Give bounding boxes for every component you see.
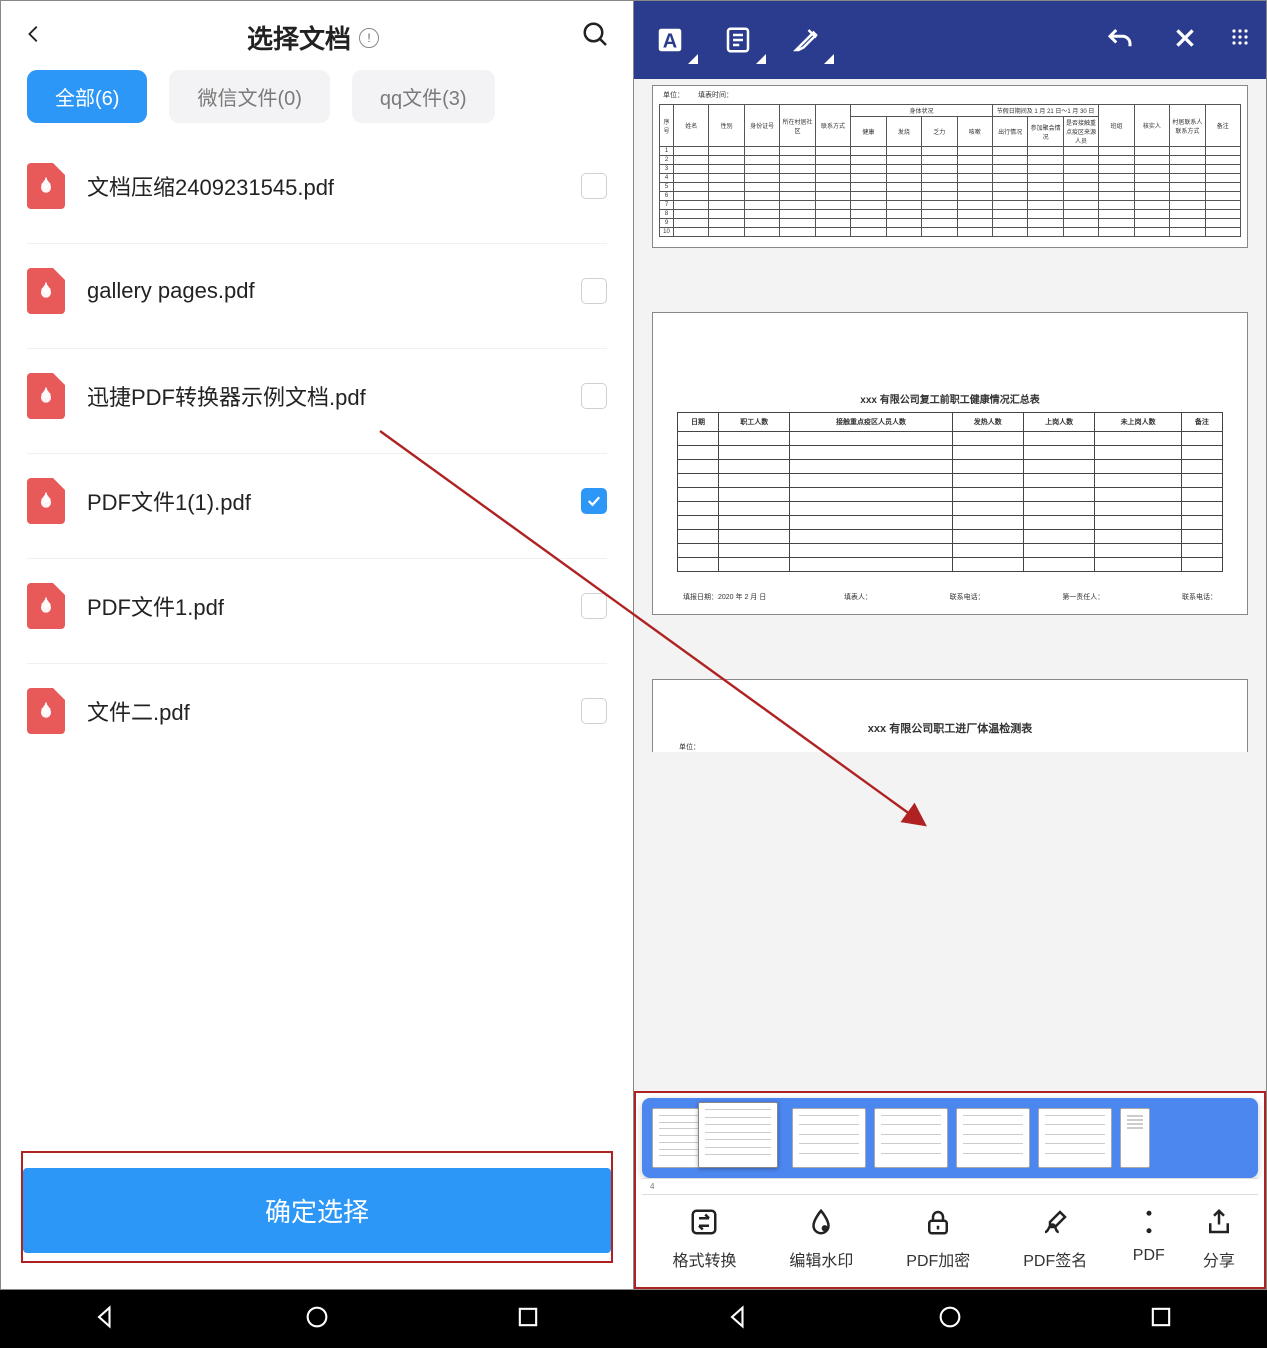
lock-icon	[921, 1205, 955, 1239]
highlighter-icon[interactable]	[784, 18, 828, 62]
annotation-highlight-right: 4 格式转换 编辑水印 PDF加密 PDF签名 PDF 分享	[634, 1091, 1266, 1289]
pdf-page-3[interactable]: xxx 有限公司职工进厂体温检测表 单位：	[652, 679, 1248, 752]
page-title: 选择文档	[247, 19, 351, 56]
page2-footer-filler: 填表人：	[844, 592, 872, 602]
svg-text:A: A	[663, 31, 677, 53]
filter-tab-1[interactable]: 微信文件(0)	[169, 70, 329, 123]
file-checkbox[interactable]	[581, 488, 607, 514]
file-name: 迅捷PDF转换器示例文档.pdf	[87, 380, 559, 412]
info-icon[interactable]: !	[359, 28, 379, 48]
pdf-file-icon	[27, 163, 65, 209]
toolbar-convert[interactable]: 格式转换	[646, 1205, 763, 1271]
pdf-file-icon	[27, 478, 65, 524]
file-row[interactable]: 文档压缩2409231545.pdf	[27, 139, 607, 244]
thumbnail-4[interactable]	[956, 1108, 1030, 1168]
page1-unit-label: 单位：	[663, 90, 684, 100]
toolbar-label: PDF加密	[906, 1247, 970, 1271]
page3-title: xxx 有限公司职工进厂体温检测表	[677, 720, 1223, 736]
page1-time-label: 填表时间：	[698, 90, 733, 100]
file-checkbox[interactable]	[581, 698, 607, 724]
file-name: PDF文件1.pdf	[87, 590, 559, 622]
toolbar-lock[interactable]: PDF加密	[880, 1205, 997, 1271]
page3-unit-label: 单位：	[677, 736, 1223, 752]
filter-tab-2[interactable]: qq文件(3)	[352, 70, 495, 123]
more-dots-icon	[1132, 1205, 1166, 1239]
nav-recent-icon[interactable]	[514, 1303, 542, 1336]
pdf-file-icon	[27, 688, 65, 734]
toolbar-label: 格式转换	[672, 1247, 736, 1271]
nav-back-icon[interactable]	[92, 1303, 120, 1336]
pdf-file-icon	[27, 373, 65, 419]
nav-back-icon[interactable]	[725, 1303, 753, 1336]
file-row[interactable]: PDF文件1.pdf	[27, 559, 607, 664]
page-indicator: 4	[642, 1178, 1258, 1194]
back-button[interactable]	[23, 19, 45, 56]
thumbnail-strip[interactable]	[642, 1098, 1258, 1178]
page2-footer-phone2: 联系电话：	[1182, 592, 1217, 602]
file-checkbox[interactable]	[581, 173, 607, 199]
thumbnail-5[interactable]	[1038, 1108, 1112, 1168]
more-grid-icon[interactable]	[1228, 25, 1252, 55]
signature-pen-icon	[1038, 1205, 1072, 1239]
thumbnail-2[interactable]	[792, 1108, 866, 1168]
pdf-file-icon	[27, 583, 65, 629]
nav-home-icon[interactable]	[936, 1303, 964, 1336]
toolbar-more-dots[interactable]: PDF	[1114, 1205, 1184, 1271]
page2-footer-phone1: 联系电话：	[950, 592, 985, 602]
toolbar-label: PDF签名	[1023, 1247, 1087, 1271]
file-name: 文件二.pdf	[87, 695, 559, 727]
toolbar-label: PDF	[1133, 1247, 1165, 1265]
page2-footer-date: 填报日期：2020 年 2 月 日	[683, 592, 766, 602]
toolbar-label: 分享	[1203, 1247, 1235, 1271]
file-checkbox[interactable]	[581, 593, 607, 619]
nav-home-icon[interactable]	[303, 1303, 331, 1336]
file-row[interactable]: 迅捷PDF转换器示例文档.pdf	[27, 349, 607, 454]
file-name: PDF文件1(1).pdf	[87, 485, 559, 517]
confirm-button[interactable]: 确定选择	[23, 1168, 611, 1253]
filter-tab-0[interactable]: 全部(6)	[27, 70, 147, 123]
toolbar-signature-pen[interactable]: PDF签名	[997, 1205, 1114, 1271]
file-row[interactable]: gallery pages.pdf	[27, 244, 607, 349]
close-icon[interactable]	[1172, 22, 1198, 59]
page2-table: 日期职工人数接触重点疫区人员人数发热人数上岗人数未上岗人数备注	[677, 412, 1223, 572]
file-name: gallery pages.pdf	[87, 278, 559, 304]
page1-table: 序号姓名性别身份证号所在村居社区联系方式身体状况节假日期间及 1 月 21 日～…	[659, 104, 1241, 237]
undo-icon[interactable]	[1098, 18, 1142, 62]
toolbar-label: 编辑水印	[789, 1247, 853, 1271]
page2-title: xxx 有限公司复工前职工健康情况汇总表	[677, 391, 1223, 412]
toolbar-watermark-drop[interactable]: 编辑水印	[763, 1205, 880, 1271]
toolbar-share-up[interactable]: 分享	[1184, 1205, 1254, 1271]
nav-recent-icon[interactable]	[1147, 1303, 1175, 1336]
file-row[interactable]: 文件二.pdf	[27, 664, 607, 768]
page2-footer-resp: 第一责任人：	[1062, 592, 1104, 602]
thumbnail-3[interactable]	[874, 1108, 948, 1168]
thumbnail-6[interactable]	[1120, 1108, 1150, 1168]
share-up-icon	[1202, 1205, 1236, 1239]
convert-icon	[687, 1205, 721, 1239]
file-checkbox[interactable]	[581, 383, 607, 409]
file-name: 文档压缩2409231545.pdf	[87, 170, 559, 202]
annotation-highlight-left: 确定选择	[21, 1151, 613, 1263]
file-row[interactable]: PDF文件1(1).pdf	[27, 454, 607, 559]
search-icon[interactable]	[581, 20, 611, 55]
watermark-drop-icon	[804, 1205, 838, 1239]
pdf-page-2[interactable]: xxx 有限公司复工前职工健康情况汇总表 日期职工人数接触重点疫区人员人数发热人…	[652, 312, 1248, 615]
note-tool-icon[interactable]	[716, 18, 760, 62]
thumbnail-1-overlay[interactable]	[698, 1102, 778, 1168]
text-tool-icon[interactable]: A	[648, 18, 692, 62]
pdf-page-1[interactable]: 单位： 填表时间： 序号姓名性别身份证号所在村居社区联系方式身体状况节假日期间及…	[652, 85, 1248, 248]
file-checkbox[interactable]	[581, 278, 607, 304]
pdf-file-icon	[27, 268, 65, 314]
